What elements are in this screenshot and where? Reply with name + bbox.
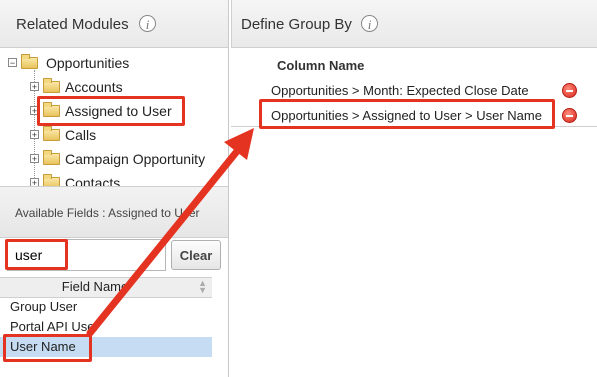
field-row-label: Portal API User [10,319,99,334]
remove-icon[interactable] [562,108,577,123]
column-name-header: Column Name [277,58,365,73]
info-icon[interactable]: i [139,15,156,32]
define-group-by-header: Define Group By i [231,0,597,48]
expand-icon[interactable]: + [30,130,39,140]
sort-icon[interactable]: ▲ ▼ [198,279,207,295]
folder-icon [43,174,60,186]
related-modules-title: Related Modules [16,16,129,33]
tree-item-label: Accounts [65,79,123,95]
field-name-column-header[interactable]: Field Name ▲ ▼ [0,277,212,298]
folder-icon [43,150,60,165]
related-modules-panel: Related Modules i − Opportunities + Acco… [0,0,229,377]
highlight-user-name-row [3,334,92,362]
expand-icon[interactable]: + [30,178,39,186]
group-by-row-expected-close-date: Opportunities > Month: Expected Close Da… [271,83,529,98]
highlight-assigned-to-user [37,96,185,126]
remove-icon[interactable] [562,83,577,98]
define-group-by-title: Define Group By [241,16,352,33]
folder-icon [43,78,60,93]
folder-icon [43,126,60,141]
available-fields-label: Available Fields : Assigned to User [15,206,200,220]
related-modules-header: Related Modules i [0,0,228,48]
collapse-icon[interactable]: − [8,58,17,68]
tree-root-label: Opportunities [46,55,130,71]
clear-button[interactable]: Clear [171,240,221,270]
highlight-search-input [5,239,68,270]
define-group-by-panel: Define Group By i Column Name Opportunit… [231,0,597,377]
highlight-group-by-row [259,99,555,129]
field-row-label: Group User [10,299,78,314]
expand-icon[interactable]: + [30,154,39,164]
available-fields-bar: Available Fields : Assigned to User [0,186,228,238]
folder-open-icon [21,54,38,69]
tree-item-label: Calls [65,127,97,143]
info-icon[interactable]: i [361,15,378,32]
expand-icon[interactable]: + [30,82,39,92]
tree-item-label: Campaign Opportunity [65,151,206,167]
field-name-header-label: Field Name [61,279,129,294]
tree-item-label: Contacts [65,175,121,186]
field-row-group-user[interactable]: Group User [0,297,212,317]
